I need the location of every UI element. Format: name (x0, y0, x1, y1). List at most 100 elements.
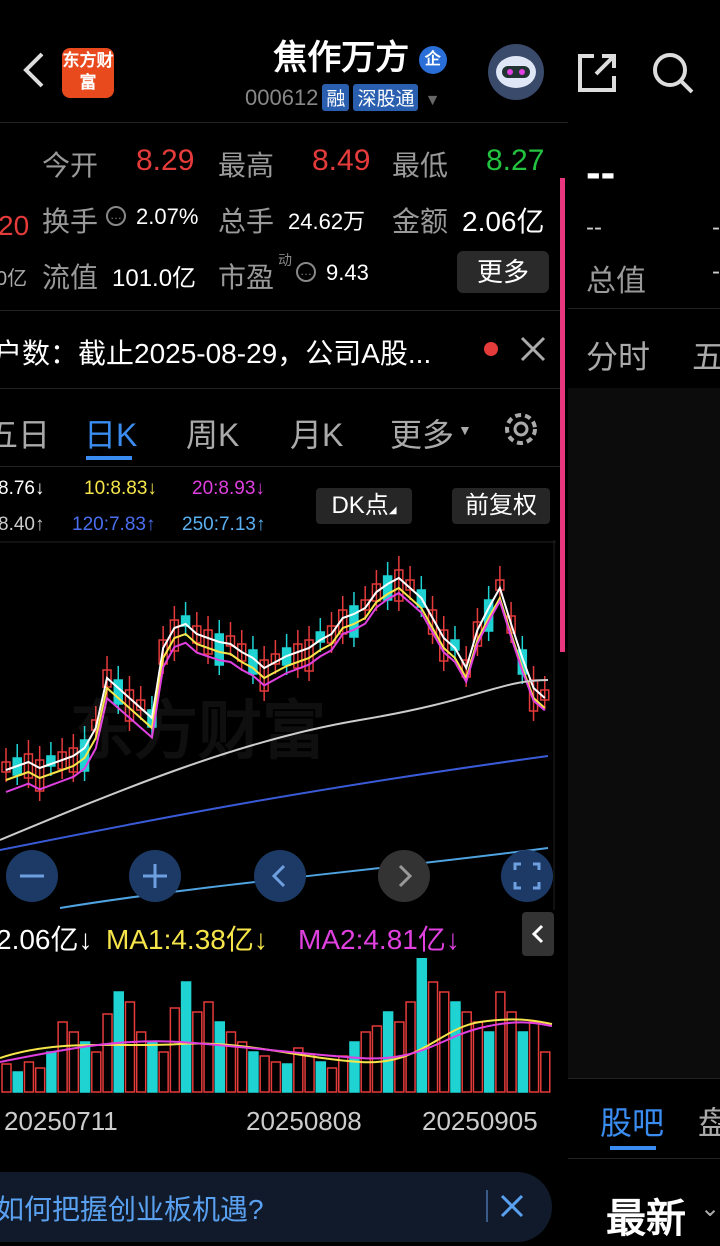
stock-code-line[interactable]: 000612 融深股通 ▼ (245, 84, 440, 111)
info-icon[interactable]: … (106, 206, 126, 226)
unread-dot (484, 342, 498, 356)
volume-bar (450, 1001, 461, 1093)
volume-bar (248, 1051, 259, 1093)
volume-bar (382, 1011, 394, 1093)
notice-text: 户数：截止2025-08-29，公司A股... (0, 338, 432, 369)
ma250-value: 250:7.13↑ (182, 514, 266, 535)
search-icon[interactable] (650, 50, 696, 96)
float-cap-value: 101.0亿 (112, 265, 197, 292)
ma10-value: 10:8.83↓ (84, 478, 157, 499)
amount-value: 2.06亿 (462, 206, 545, 237)
right-tab-wu[interactable]: 五 (692, 332, 720, 378)
volume-bar (517, 1031, 529, 1093)
dk-button[interactable]: DK点◢ (316, 488, 412, 524)
watermark: 东方财富 (70, 695, 326, 767)
quote-panel: 20 0亿 今开 8.29 最高 8.49 最低 8.27 换手 … 2.07%… (0, 122, 560, 312)
date-label-2: 20250808 (246, 1106, 362, 1136)
high-value: 8.49 (312, 144, 371, 177)
cap-clipped: 0亿 (0, 268, 28, 290)
right-latest[interactable]: 最新 (606, 1186, 686, 1244)
right-price: -- (586, 148, 616, 197)
date-axis: 20250711 20250808 20250905 (0, 1102, 560, 1142)
ma120-value: 120:7.83↑ (72, 514, 156, 535)
high-label: 最高 (218, 150, 275, 181)
low-label: 最低 (392, 150, 449, 181)
zoom-in-icon[interactable] (129, 850, 181, 902)
ma60-value: 8.40↑ (0, 514, 45, 535)
pink-scroll-indicator (560, 178, 565, 652)
volume-value: 24.62万 (288, 209, 366, 234)
robot-avatar-icon[interactable] (488, 44, 544, 100)
right-tab-pan[interactable]: 盘 (698, 1098, 720, 1144)
pe-label: 市盈 (218, 262, 275, 293)
open-label: 今开 (42, 150, 99, 181)
promo-banner[interactable]: 如何把握创业板机遇? (0, 1172, 552, 1242)
enterprise-badge: 企 (418, 46, 447, 75)
dk-label: DK点 (331, 492, 389, 519)
pe-info-icon[interactable]: … (296, 262, 316, 282)
volume-legend: 2.06亿↓ MA1:4.38亿↓ MA2:4.81亿↓ (0, 912, 560, 958)
right-chart-area (568, 388, 720, 1078)
volume-current: 2.06亿↓ (0, 924, 93, 955)
turnover-label: 换手 (42, 206, 99, 237)
gear-icon[interactable] (500, 408, 542, 450)
fullscreen-icon[interactable] (501, 850, 553, 902)
right-panel: -- -- - 总值 - 分时 五 股吧 盘 最新 ⌄ (568, 122, 720, 1246)
promo-text: 如何把握创业板机遇? (0, 1194, 264, 1225)
volume-bar (349, 1041, 360, 1093)
more-button[interactable]: 更多 (457, 251, 549, 293)
zoom-out-icon[interactable] (6, 850, 58, 902)
tab-week-k[interactable]: 周K (186, 410, 239, 456)
tab-underline (610, 1146, 656, 1150)
volume-label: 总手 (218, 206, 275, 237)
right-tab-fenshi[interactable]: 分时 (586, 332, 650, 378)
pe-value: 9.43 (326, 260, 369, 285)
volume-bar (12, 1071, 23, 1093)
total-value-label: 总值 (586, 265, 646, 298)
tab-day-k[interactable]: 日K (84, 410, 137, 456)
volume-bar (416, 958, 428, 1093)
tab-month-k[interactable]: 月K (290, 410, 343, 456)
low-value: 8.27 (486, 144, 545, 177)
notice-bar[interactable]: 户数：截止2025-08-29，公司A股... (0, 312, 560, 388)
right-change: -- (586, 214, 602, 241)
tab-5day[interactable]: 五日 (0, 410, 50, 456)
volume-ma2: MA2:4.81亿↓ (298, 924, 460, 955)
pe-dynamic-sup: 动 (278, 252, 292, 268)
share-icon[interactable] (574, 50, 620, 96)
volume-bar (483, 1031, 495, 1093)
date-label-1: 20250711 (4, 1106, 118, 1136)
stock-name: 焦作万方 (273, 39, 410, 77)
pan-left-icon[interactable] (254, 850, 306, 902)
adjust-button[interactable]: 前复权 (452, 488, 550, 524)
stock-code: 000612 (245, 85, 319, 110)
turnover-value: 2.07% (136, 204, 199, 229)
kline-tabs: 五日 日K 周K 月K 更多 ▼ (0, 390, 560, 466)
amount-label: 金额 (392, 206, 449, 237)
chevron-down-icon[interactable]: ▼ (425, 92, 441, 109)
ma20-value: 20:8.93↓ (192, 478, 265, 499)
volume-bar (281, 1063, 293, 1093)
close-icon-banner[interactable] (498, 1192, 526, 1220)
close-icon[interactable] (518, 334, 548, 364)
collapse-icon[interactable] (522, 912, 554, 956)
volume-bar (79, 1041, 91, 1093)
float-cap-label: 流值 (42, 262, 99, 293)
ma5-value: 8.76↓ (0, 478, 45, 499)
date-label-3: 20250905 (422, 1106, 538, 1136)
volume-bar (214, 1021, 226, 1093)
volume-ma1: MA1:4.38亿↓ (106, 924, 268, 955)
volume-bar (147, 1041, 158, 1093)
volume-chart[interactable] (0, 958, 556, 1094)
pan-right-icon[interactable] (378, 850, 430, 902)
chevron-down-icon-2[interactable]: ⌄ (700, 1194, 720, 1223)
right-tab-guba[interactable]: 股吧 (600, 1098, 664, 1144)
tab-more[interactable]: 更多 (390, 410, 454, 456)
tab-active-underline (86, 456, 132, 460)
open-value: 8.29 (136, 144, 195, 177)
volume-bar (46, 1051, 57, 1093)
price-clipped: 20 (0, 210, 30, 241)
volume-bar (180, 981, 192, 1093)
margin-tag: 融 (322, 84, 350, 111)
dropdown-arrow-icon[interactable]: ▼ (458, 422, 472, 438)
